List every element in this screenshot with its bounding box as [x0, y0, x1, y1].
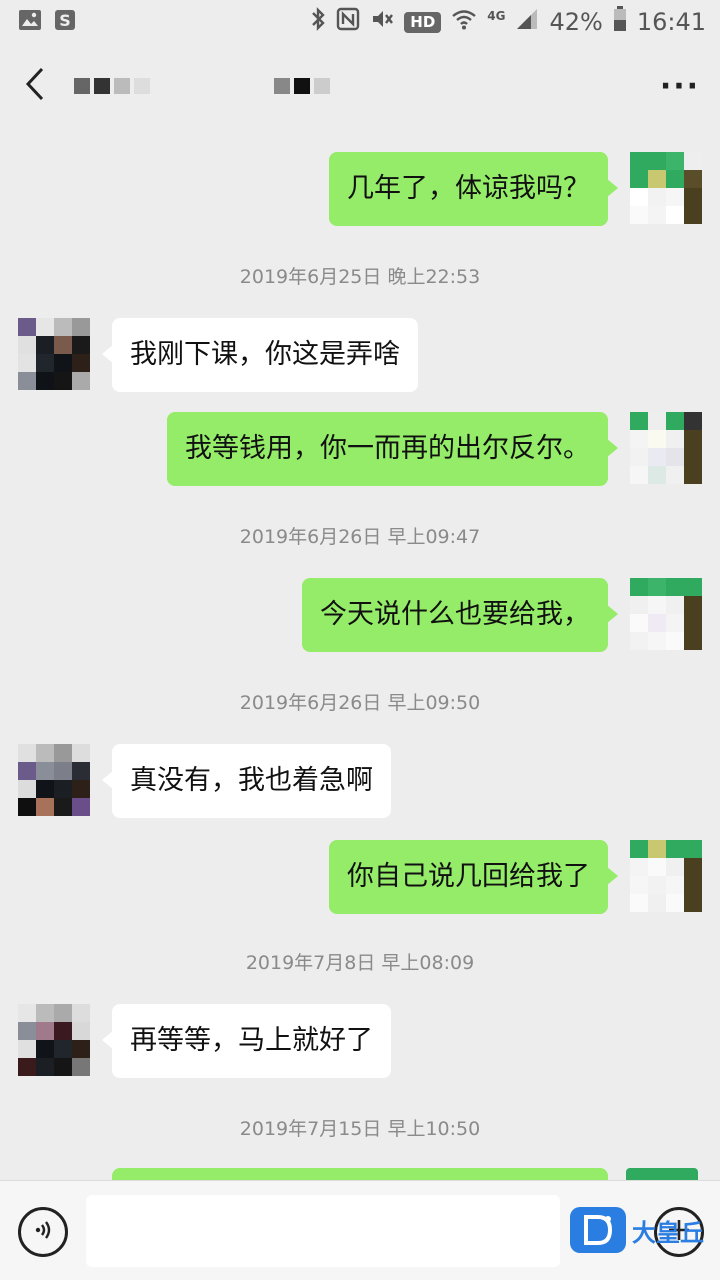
contact-name-pixelated [74, 78, 330, 94]
battery-icon [613, 6, 627, 38]
timestamp: 2019年7月8日 早上08:09 [245, 952, 475, 974]
my-avatar[interactable] [630, 152, 702, 224]
my-avatar[interactable] [630, 840, 702, 912]
voice-icon [30, 1217, 56, 1247]
message-bubble-sent[interactable]: 今天说什么也要给我， [302, 578, 618, 652]
more-button[interactable]: ··· [640, 44, 720, 128]
watermark: 大皇丘 [570, 1205, 720, 1255]
contact-avatar[interactable] [18, 744, 90, 816]
watermark-text: 大皇丘 [632, 1218, 704, 1247]
watermark-logo-icon [570, 1207, 626, 1253]
message-bubble-sent[interactable]: 你自己说几回给我了 [329, 840, 618, 914]
message-bubble-received[interactable]: 真没有，我也着急啊 [102, 744, 391, 818]
gallery-icon [18, 9, 42, 35]
message-row: 真没有，我也着急啊 [0, 744, 720, 824]
bluetooth-icon [310, 6, 326, 38]
message-input[interactable] [86, 1195, 560, 1267]
s-app-icon: S [54, 9, 76, 35]
hd-badge: HD [404, 11, 442, 33]
message-bubble-sent[interactable]: 几年了，体谅我吗？ [329, 152, 618, 226]
signal-icon [515, 7, 539, 37]
message-row: 我等钱用，你一而再的出尔反尔。 [0, 412, 720, 492]
timestamp: 2019年7月15日 早上10:50 [239, 1118, 481, 1140]
back-button[interactable] [0, 44, 70, 128]
message-row: 今天说什么也要给我， [0, 578, 720, 658]
chat-area[interactable]: 几年了，体谅我吗？ 2019年6月25日 晚上22:53 我刚下课，你这是弄啥 … [0, 128, 720, 1180]
timestamp: 2019年6月26日 早上09:47 [239, 526, 481, 548]
message-row: 再等等，马上就好了 [0, 1004, 720, 1084]
message-bubble-sent[interactable]: 我等钱用，你一而再的出尔反尔。 [167, 412, 618, 486]
chevron-left-icon [24, 66, 46, 106]
timestamp: 2019年6月26日 早上09:50 [239, 692, 481, 714]
battery-percent: 42% [549, 8, 603, 36]
wifi-icon [451, 8, 477, 36]
contact-avatar[interactable] [18, 1004, 90, 1076]
message-bubble-sent-partial[interactable] [112, 1168, 608, 1180]
voice-button[interactable] [18, 1207, 68, 1257]
nfc-icon [336, 7, 360, 37]
message-row: 我刚下课，你这是弄啥 [0, 318, 720, 398]
timestamp: 2019年6月25日 晚上22:53 [239, 266, 481, 288]
clock: 16:41 [636, 8, 706, 36]
my-avatar[interactable] [630, 578, 702, 650]
message-row: 你自己说几回给我了 [0, 840, 720, 920]
mute-icon [370, 7, 394, 37]
network-type: 4G [487, 9, 506, 23]
my-avatar-partial[interactable] [626, 1168, 698, 1180]
message-row-partial [0, 1168, 720, 1180]
chat-header: ··· [0, 44, 720, 128]
message-bubble-received[interactable]: 我刚下课，你这是弄啥 [102, 318, 418, 392]
status-bar: S HD 4G 42% 16:41 [0, 0, 720, 44]
my-avatar[interactable] [630, 412, 702, 484]
svg-text:S: S [59, 11, 71, 30]
contact-avatar[interactable] [18, 318, 90, 390]
message-bubble-received[interactable]: 再等等，马上就好了 [102, 1004, 391, 1078]
message-row: 几年了，体谅我吗？ [0, 152, 720, 232]
